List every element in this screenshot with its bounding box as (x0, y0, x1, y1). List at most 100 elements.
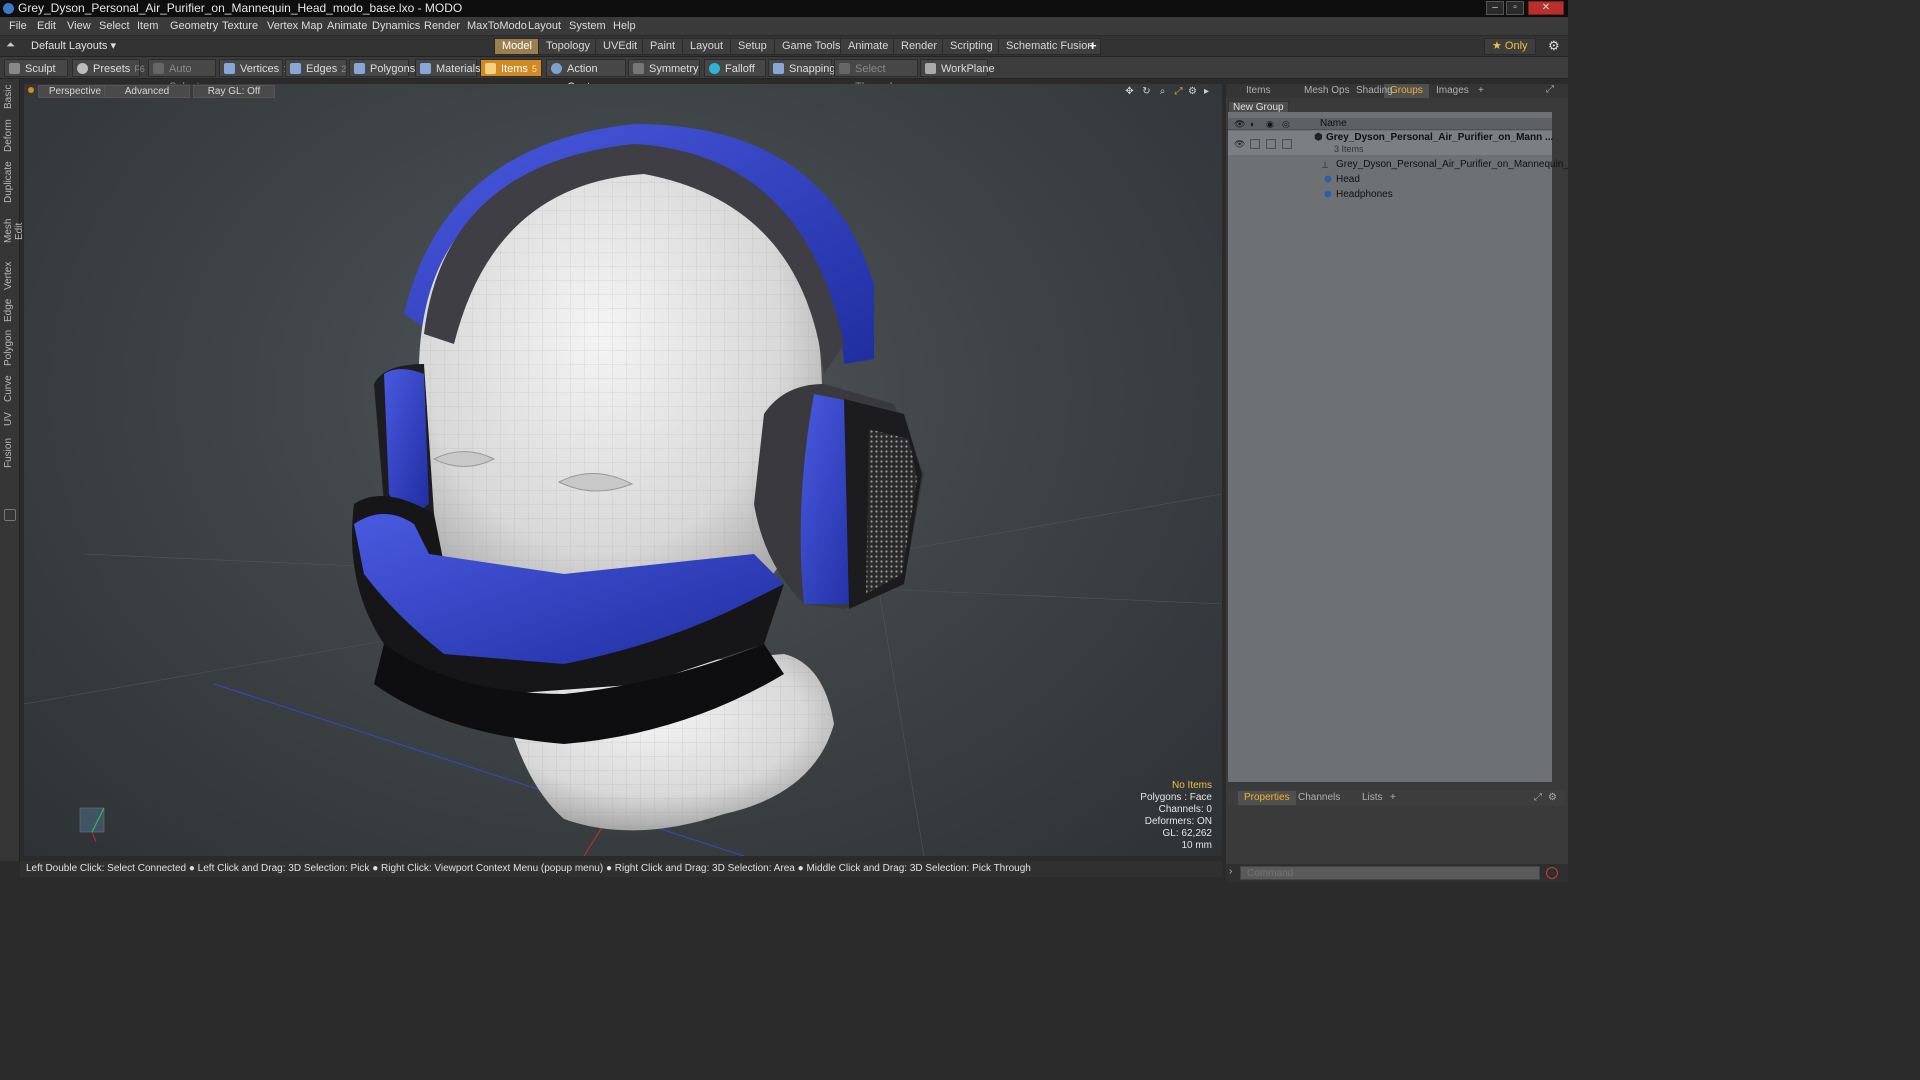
add-layout-tab-button[interactable]: + (1089, 38, 1097, 53)
menu-file[interactable]: File (9, 20, 27, 32)
root-render-toggle[interactable] (1250, 139, 1260, 149)
tab-properties[interactable]: Properties (1238, 791, 1296, 805)
menu-view[interactable]: View (67, 20, 91, 32)
tab-items[interactable]: Items (1240, 84, 1276, 98)
name-column-header: Name (1320, 118, 1347, 129)
menu-maxtomodo[interactable]: MaxToModo (467, 20, 527, 32)
symmetry-icon (633, 63, 644, 74)
3d-viewport[interactable]: Perspective Advanced Ray GL: Off ✥ ↻ ⌕ ⤢… (24, 84, 1222, 856)
select-through-button[interactable]: Select Through (834, 59, 918, 93)
modo-window: Grey_Dyson_Personal_Air_Purifier_on_Mann… (0, 0, 1568, 882)
vtab-basic[interactable]: Basic (3, 85, 17, 109)
menu-edit[interactable]: Edit (37, 20, 56, 32)
minimize-button[interactable]: – (1486, 1, 1504, 15)
group-child-head[interactable]: Head (1336, 174, 1360, 185)
symmetry-label: Symmetry (649, 63, 699, 75)
command-expand-icon[interactable]: › (1229, 866, 1232, 877)
menu-layout[interactable]: Layout (528, 20, 561, 32)
visibility-column-icon[interactable]: 👁 (1234, 119, 1245, 130)
auto-select-button[interactable]: Auto Select (148, 59, 216, 93)
tab-topology[interactable]: Topology (538, 38, 599, 55)
tab-animate[interactable]: Animate (840, 38, 897, 55)
tab-scripting[interactable]: Scripting (942, 38, 1001, 55)
vtab-uv[interactable]: UV (3, 411, 17, 427)
gear-icon[interactable]: ⚙ (1548, 38, 1560, 54)
tab-layout[interactable]: Layout (682, 38, 732, 55)
auto-select-icon (153, 63, 164, 74)
panel-expand-icon[interactable]: ⤢ (1546, 84, 1554, 95)
menu-help[interactable]: Help (613, 20, 636, 32)
menu-system[interactable]: System (569, 20, 606, 32)
tab-images[interactable]: Images (1430, 84, 1475, 98)
tab-render[interactable]: Render (893, 38, 946, 55)
workplane-icon (925, 63, 936, 74)
snapping-button[interactable]: Snapping (768, 59, 836, 77)
tab-model[interactable]: Model (494, 38, 540, 55)
close-button[interactable]: ✕ (1528, 1, 1564, 15)
vtab-edge[interactable]: Edge (3, 297, 17, 323)
only-button[interactable]: ★ Only (1484, 38, 1536, 55)
layout-pin-icon[interactable]: ⏶ (6, 39, 15, 52)
group-child-mesh[interactable]: Grey_Dyson_Personal_Air_Purifier_on_Mann… (1336, 159, 1568, 170)
tab-setup[interactable]: Setup (730, 38, 775, 55)
maximize-button[interactable]: ▫ (1506, 1, 1524, 15)
root-lock-toggle[interactable] (1266, 139, 1276, 149)
vtab-vertex[interactable]: Vertex (3, 261, 17, 291)
add-properties-tab-button[interactable]: + (1384, 791, 1402, 805)
action-center-button[interactable]: Action Center (546, 59, 626, 93)
items-button[interactable]: Items 5 (480, 59, 542, 77)
menu-texture[interactable]: Texture (222, 20, 258, 32)
properties-expand-icon[interactable]: ⤢ (1534, 792, 1542, 803)
layout-selector[interactable]: Default Layouts ▾ (31, 39, 116, 52)
materials-button[interactable]: Materials (415, 59, 481, 77)
vtab-curve[interactable]: Curve (3, 375, 17, 403)
render-column-icon[interactable]: ◐ (1250, 119, 1255, 129)
edges-label: Edges (306, 63, 338, 75)
vtab-polygon[interactable]: Polygon (3, 329, 17, 367)
vtab-fusion[interactable]: Fusion (3, 437, 17, 469)
select-column-icon[interactable]: ◎ (1282, 119, 1290, 130)
command-history-icon[interactable] (1546, 867, 1558, 879)
group-root-count: 3 Items (1334, 144, 1364, 154)
items-icon (485, 63, 496, 74)
properties-settings-icon[interactable]: ⚙ (1548, 792, 1557, 803)
vtab-deform[interactable]: Deform (3, 119, 17, 153)
menu-vertex-map[interactable]: Vertex Map (267, 20, 323, 32)
menu-item[interactable]: Item (137, 20, 158, 32)
vtab-mesh-edit[interactable]: Mesh Edit (3, 209, 25, 253)
presets-shortcut: F6 (134, 64, 145, 74)
command-input[interactable] (1240, 866, 1540, 880)
falloff-button[interactable]: Falloff (704, 59, 766, 77)
root-select-toggle[interactable] (1282, 139, 1292, 149)
polygons-button[interactable]: Polygons (349, 59, 415, 77)
status-bar: Left Double Click: Select Connected ● Le… (20, 861, 1222, 877)
add-panel-tab-button[interactable]: + (1472, 84, 1490, 98)
tab-shading[interactable]: Shading (1350, 84, 1399, 98)
presets-button[interactable]: Presets F6 (72, 59, 145, 77)
sculpt-button[interactable]: Sculpt (4, 59, 68, 77)
lock-column-icon[interactable]: ◉ (1266, 119, 1274, 130)
action-center-icon (551, 63, 562, 74)
select-through-icon (839, 63, 850, 74)
menu-animate[interactable]: Animate (327, 20, 367, 32)
vertices-button[interactable]: Vertices1 (219, 59, 288, 77)
menu-geometry[interactable]: Geometry (170, 20, 218, 32)
tab-paint[interactable]: Paint (642, 38, 684, 55)
strip-toggle-icon[interactable] (4, 509, 16, 521)
symmetry-button[interactable]: Symmetry (628, 59, 700, 77)
tab-uvedit[interactable]: UVEdit (595, 38, 646, 55)
tab-schematic-fusion[interactable]: Schematic Fusion (998, 38, 1102, 55)
edges-icon (290, 63, 301, 74)
tab-channels[interactable]: Channels (1292, 791, 1346, 805)
workplane-button[interactable]: WorkPlane (920, 59, 995, 77)
tab-mesh-ops[interactable]: Mesh Ops (1298, 84, 1356, 98)
menu-dynamics[interactable]: Dynamics (372, 20, 420, 32)
root-visibility-icon[interactable]: 👁 (1234, 139, 1245, 150)
group-child-headphones[interactable]: Headphones (1336, 189, 1393, 200)
menu-select[interactable]: Select (99, 20, 130, 32)
vtab-duplicate[interactable]: Duplicate (3, 161, 17, 203)
edges-button[interactable]: Edges 2 (285, 59, 347, 77)
menu-render[interactable]: Render (424, 20, 460, 32)
group-root-row[interactable]: 👁 ⬢ Grey_Dyson_Personal_Air_Purifier_on_… (1228, 131, 1553, 155)
tab-game-tools[interactable]: Game Tools (774, 38, 849, 55)
